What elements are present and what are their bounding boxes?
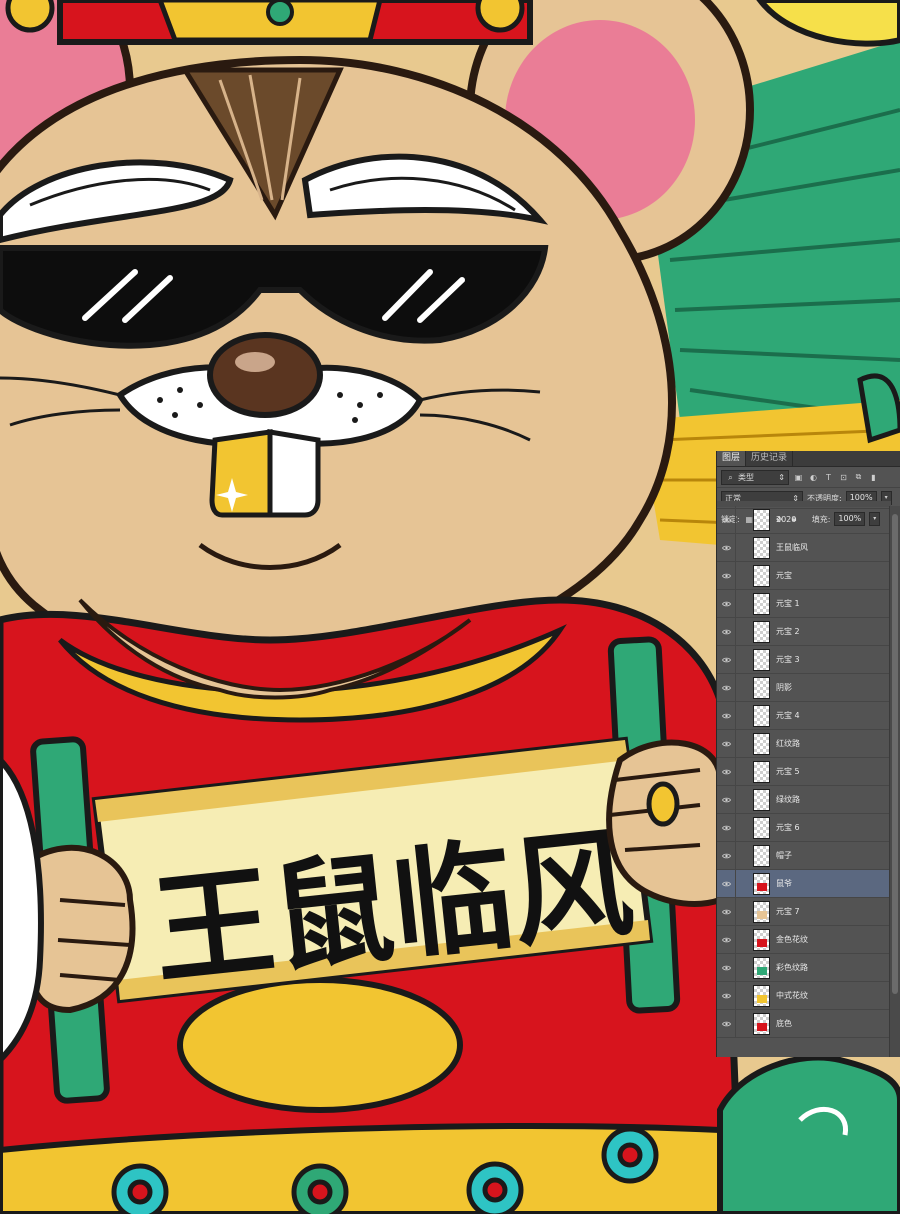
layer-row[interactable]: 元宝 2 [717, 617, 891, 646]
layer-name: 鼠爷 [776, 879, 792, 888]
layer-thumbnail [753, 788, 770, 811]
search-icon: ⌕ [728, 472, 733, 482]
layer-thumbnail [753, 620, 770, 643]
layer-thumbnail [753, 900, 770, 923]
visibility-eye-icon[interactable] [717, 617, 736, 646]
layer-list-scrollbar[interactable] [889, 506, 900, 1057]
layer-thumbnail [753, 564, 770, 587]
visibility-eye-icon[interactable] [717, 757, 736, 786]
layer-thumbnail [753, 872, 770, 895]
layer-filter-select[interactable]: ⌕ 类型 ⇕ [721, 469, 789, 485]
layer-row[interactable]: 帽子 [717, 841, 891, 870]
type-filter-icon[interactable]: T [823, 472, 834, 483]
layer-row[interactable]: 底色 [717, 1009, 891, 1038]
filter-toggle-icon[interactable]: ▮ [868, 472, 879, 483]
visibility-eye-icon[interactable] [717, 673, 736, 702]
layer-row[interactable]: 王鼠临风 [717, 533, 891, 562]
visibility-eye-icon[interactable] [717, 869, 736, 898]
layer-row[interactable]: 中式花纹 [717, 981, 891, 1010]
visibility-eye-icon[interactable] [717, 925, 736, 954]
visibility-eye-icon[interactable] [717, 897, 736, 926]
layer-name: 元宝 [776, 571, 792, 580]
layer-thumbnail [753, 1012, 770, 1035]
layer-name: 元宝 3 [776, 655, 800, 664]
layer-filter-label: 类型 [738, 472, 754, 482]
chevron-down-icon: ⇕ [778, 472, 785, 482]
visibility-eye-icon[interactable] [717, 981, 736, 1010]
layer-name: 金色花纹 [776, 935, 808, 944]
visibility-eye-icon[interactable] [717, 785, 736, 814]
layer-name: 元宝 4 [776, 711, 800, 720]
layer-name: 元宝 6 [776, 823, 800, 832]
layer-thumbnail [753, 984, 770, 1007]
filter-row: ⌕ 类型 ⇕ ▣ ◐ T ⊡ ⧉ ▮ [717, 467, 900, 488]
layer-list: 2020 王鼠临风元宝元宝 1 元宝 2 元宝 3 阴影元宝 4 红纹路元宝 5 绿纹路元宝… [717, 505, 891, 1057]
layer-name: 元宝 5 [776, 767, 800, 776]
gold-tooth [209, 429, 273, 518]
layer-thumbnail [753, 844, 770, 867]
layer-thumbnail [753, 676, 770, 699]
nose [207, 332, 323, 418]
layer-name: 彩色纹路 [776, 963, 808, 972]
layer-thumbnail [753, 732, 770, 755]
layer-row[interactable]: 红纹路 [717, 729, 891, 758]
layer-thumbnail [753, 536, 770, 559]
green-cloud [717, 1054, 900, 1214]
layer-name: 中式花纹 [776, 991, 808, 1000]
layer-row[interactable]: 元宝 [717, 561, 891, 590]
layer-row[interactable]: 元宝 7 [717, 897, 891, 926]
layer-thumbnail [753, 704, 770, 727]
layer-row[interactable]: 绿纹路 [717, 785, 891, 814]
layer-name: 帽子 [776, 851, 792, 860]
visibility-eye-icon[interactable] [717, 1009, 736, 1038]
layer-name: 红纹路 [776, 739, 800, 748]
adjustment-filter-icon[interactable]: ◐ [808, 472, 819, 483]
smart-object-filter-icon[interactable]: ⧉ [853, 472, 864, 483]
layer-name: 元宝 2 [776, 627, 800, 636]
layer-row[interactable]: 元宝 5 [717, 757, 891, 786]
layer-row[interactable]: 鼠爷 [717, 869, 891, 898]
visibility-eye-icon[interactable] [717, 561, 736, 590]
layer-thumbnail [753, 760, 770, 783]
visibility-eye-icon[interactable] [717, 953, 736, 982]
layer-thumbnail [753, 956, 770, 979]
layer-row[interactable]: 彩色纹路 [717, 953, 891, 982]
layers-panel: 图层 历史记录 ⌕ 类型 ⇕ ▣ ◐ T ⊡ ⧉ ▮ 正常 ⇕ 不透明度: 10… [716, 451, 900, 1057]
visibility-eye-icon[interactable] [717, 589, 736, 618]
layer-name: 绿纹路 [776, 795, 800, 804]
layer-row[interactable]: 金色花纹 [717, 925, 891, 954]
layer-row[interactable]: 元宝 3 [717, 645, 891, 674]
panel-tabs: 图层 历史记录 [717, 451, 900, 467]
layer-row[interactable]: 阴影 [717, 673, 891, 702]
layer-thumbnail [753, 592, 770, 615]
layer-thumbnail [753, 508, 770, 531]
layer-name: 王鼠临风 [776, 543, 808, 552]
layer-row[interactable]: 2020 [717, 505, 891, 534]
visibility-eye-icon[interactable] [717, 533, 736, 562]
tab-history[interactable]: 历史记录 [746, 451, 794, 466]
layer-name: 元宝 7 [776, 907, 800, 916]
layer-thumbnail [753, 648, 770, 671]
layer-thumbnail [753, 928, 770, 951]
visibility-eye-icon[interactable] [717, 645, 736, 674]
scrollbar-thumb[interactable] [892, 514, 898, 994]
layer-row[interactable]: 元宝 6 [717, 813, 891, 842]
visibility-eye-icon[interactable] [717, 729, 736, 758]
tab-layers[interactable]: 图层 [717, 451, 747, 466]
layer-thumbnail [753, 816, 770, 839]
layer-name: 元宝 1 [776, 599, 800, 608]
shape-filter-icon[interactable]: ⊡ [838, 472, 849, 483]
pixel-filter-icon[interactable]: ▣ [793, 472, 804, 483]
layer-row[interactable]: 元宝 4 [717, 701, 891, 730]
visibility-eye-icon[interactable] [717, 505, 736, 534]
visibility-eye-icon[interactable] [717, 701, 736, 730]
visibility-eye-icon[interactable] [717, 813, 736, 842]
layer-row[interactable]: 元宝 1 [717, 589, 891, 618]
gold-ring [646, 781, 680, 827]
gold-belly [177, 977, 463, 1113]
layer-name: 底色 [776, 1019, 792, 1028]
visibility-eye-icon[interactable] [717, 841, 736, 870]
layer-name: 2020 [776, 515, 797, 524]
layer-name: 阴影 [776, 683, 792, 692]
